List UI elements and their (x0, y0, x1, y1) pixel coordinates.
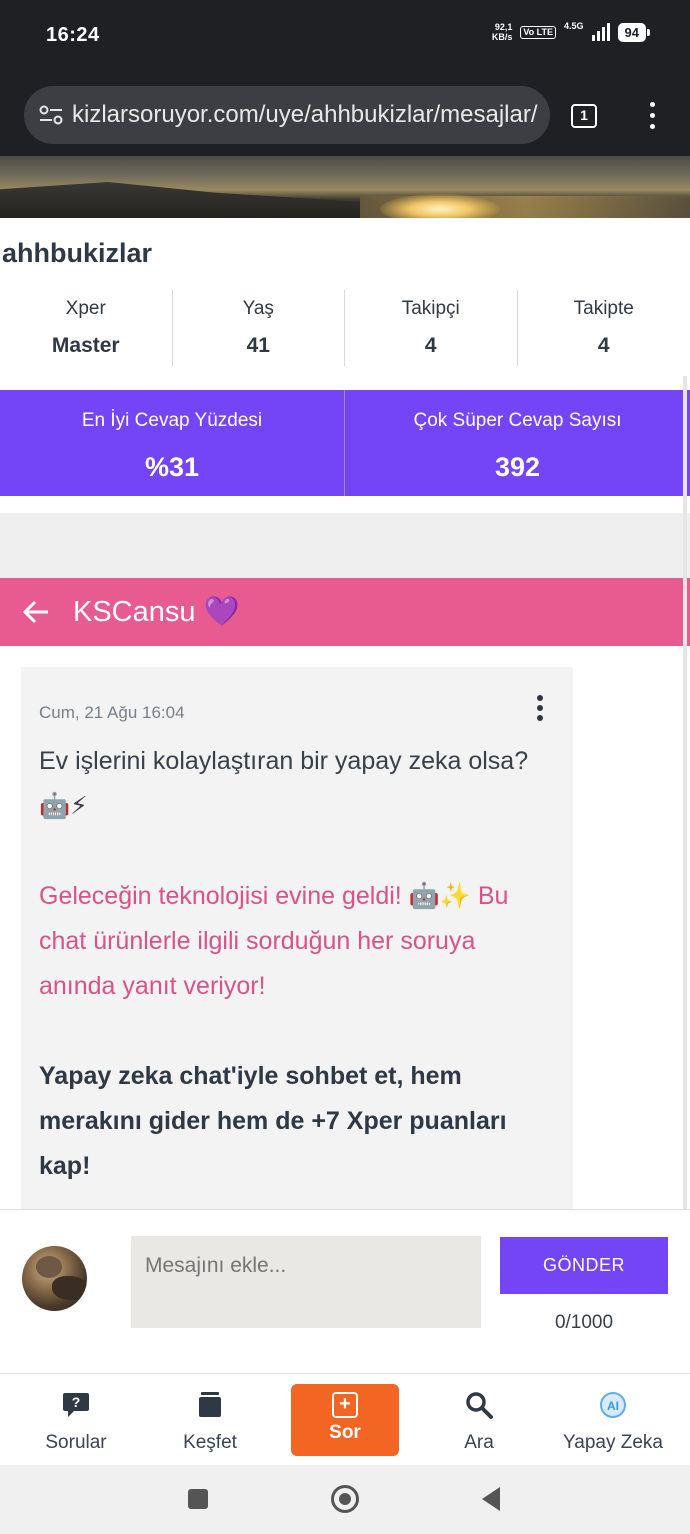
stat-label: Xper (65, 298, 106, 319)
stack-icon (199, 1392, 221, 1417)
system-navigation-bar (0, 1465, 690, 1534)
highlight-label: Çok Süper Cevap Sayısı (413, 410, 622, 431)
message-composer: GÖNDER 0/1000 (0, 1209, 690, 1373)
home-icon[interactable] (331, 1485, 359, 1513)
tabs-count-button[interactable]: 1 (571, 104, 597, 128)
message-text-highlight: Geleceğin teknolojisi evine geldi! 🤖✨ Bu… (39, 882, 509, 1000)
network-speed-unit: KB/s (491, 32, 513, 42)
nav-item-kesfet[interactable]: Keşfet (160, 1374, 260, 1466)
chat-header: KSCansu 💜 (0, 578, 690, 646)
message-bubble: Cum, 21 Ağu 16:04 Ev işlerini kolaylaştı… (21, 667, 573, 1227)
highlight-label: En İyi Cevap Yüzdesi (81, 410, 263, 431)
highlight-value: 392 (494, 452, 541, 482)
volte-icon: Vo LTE (520, 25, 557, 39)
message-input[interactable] (131, 1236, 481, 1328)
section-divider (0, 513, 690, 578)
nav-item-sor[interactable]: + Sor (291, 1384, 399, 1456)
message-options-icon[interactable] (537, 695, 545, 725)
stat-value: 4 (597, 334, 610, 357)
profile-stats: Xper Master Yaş 41 Takipçi 4 Takipte 4 (0, 290, 690, 366)
stat-label: Takipçi (401, 298, 460, 319)
address-bar[interactable]: kizlarsoruyor.com/uye/ahhbukizlar/mesajl… (24, 86, 550, 144)
ai-icon: AI (600, 1392, 626, 1418)
stat-value: 41 (246, 334, 270, 357)
highlight-value: %31 (144, 452, 200, 482)
nav-label: Sor (329, 1422, 361, 1443)
nav-item-yapay-zeka[interactable]: AI Yapay Zeka (556, 1374, 670, 1466)
profile-username: ahhbukizlar (2, 238, 153, 268)
network-speed: 92,1 KB/s (492, 22, 513, 42)
network-speed-value: 92,1 (494, 22, 513, 32)
best-answer-percentage: En İyi Cevap Yüzdesi %31 (0, 390, 345, 496)
stat-following[interactable]: Takipte 4 (518, 290, 690, 366)
super-answer-count: Çok Süper Cevap Sayısı 392 (345, 390, 690, 496)
stat-value: 4 (424, 334, 437, 357)
nav-label: Keşfet (183, 1432, 237, 1453)
svg-text:?: ? (72, 1394, 81, 1410)
chat-title[interactable]: KSCansu 💜 (73, 595, 240, 629)
nav-label: Sorular (45, 1432, 107, 1453)
browser-toolbar: kizlarsoruyor.com/uye/ahhbukizlar/mesajl… (0, 72, 690, 156)
ai-icon-text: AI (607, 1399, 619, 1413)
nav-label: Yapay Zeka (563, 1432, 663, 1453)
battery-icon: 94 (617, 22, 651, 42)
site-settings-icon[interactable] (38, 104, 64, 126)
message-text-intro: Ev işlerini kolaylaştıran bir yapay zeka… (39, 747, 529, 820)
message-timestamp: Cum, 21 Ağu 16:04 (39, 703, 185, 722)
recent-apps-icon[interactable] (188, 1489, 208, 1509)
signal-icon (591, 23, 610, 41)
send-button[interactable]: GÖNDER (500, 1237, 668, 1294)
message-text-cta: Yapay zeka chat'iyle sohbet et, hem mera… (39, 1062, 507, 1180)
bottom-navigation: ? Sorular Keşfet + Sor Ara AI Yapay Zeka (0, 1373, 690, 1465)
character-counter: 0/1000 (554, 1312, 614, 1333)
status-bar: 16:24 92,1 KB/s Vo LTE 4.5G 94 (0, 0, 690, 72)
stat-age: Yaş 41 (173, 290, 345, 366)
network-type: 4.5G (564, 21, 584, 31)
status-icons: 92,1 KB/s Vo LTE 4.5G 94 (492, 21, 651, 42)
back-arrow-icon[interactable] (22, 598, 50, 626)
stat-label: Yaş (242, 298, 274, 319)
browser-menu-icon[interactable] (650, 102, 658, 130)
cover-image (0, 156, 690, 218)
url-text[interactable]: kizlarsoruyor.com/uye/ahhbukizlar/mesajl… (72, 101, 542, 129)
nav-label: Ara (464, 1432, 494, 1453)
nav-item-ara[interactable]: Ara (429, 1374, 529, 1466)
stat-value: Master (51, 334, 120, 357)
nav-item-sorular[interactable]: ? Sorular (26, 1374, 126, 1466)
stat-xper: Xper Master (0, 290, 173, 366)
profile-highlights: En İyi Cevap Yüzdesi %31 Çok Süper Cevap… (0, 390, 690, 496)
system-back-icon[interactable] (482, 1487, 500, 1511)
plus-square-icon: + (332, 1392, 358, 1418)
user-avatar (22, 1246, 87, 1311)
stat-followers[interactable]: Takipçi 4 (345, 290, 518, 366)
question-bubble-icon: ? (63, 1393, 89, 1417)
search-icon (466, 1392, 493, 1419)
status-time: 16:24 (46, 24, 100, 46)
stat-label: Takipte (573, 298, 634, 319)
